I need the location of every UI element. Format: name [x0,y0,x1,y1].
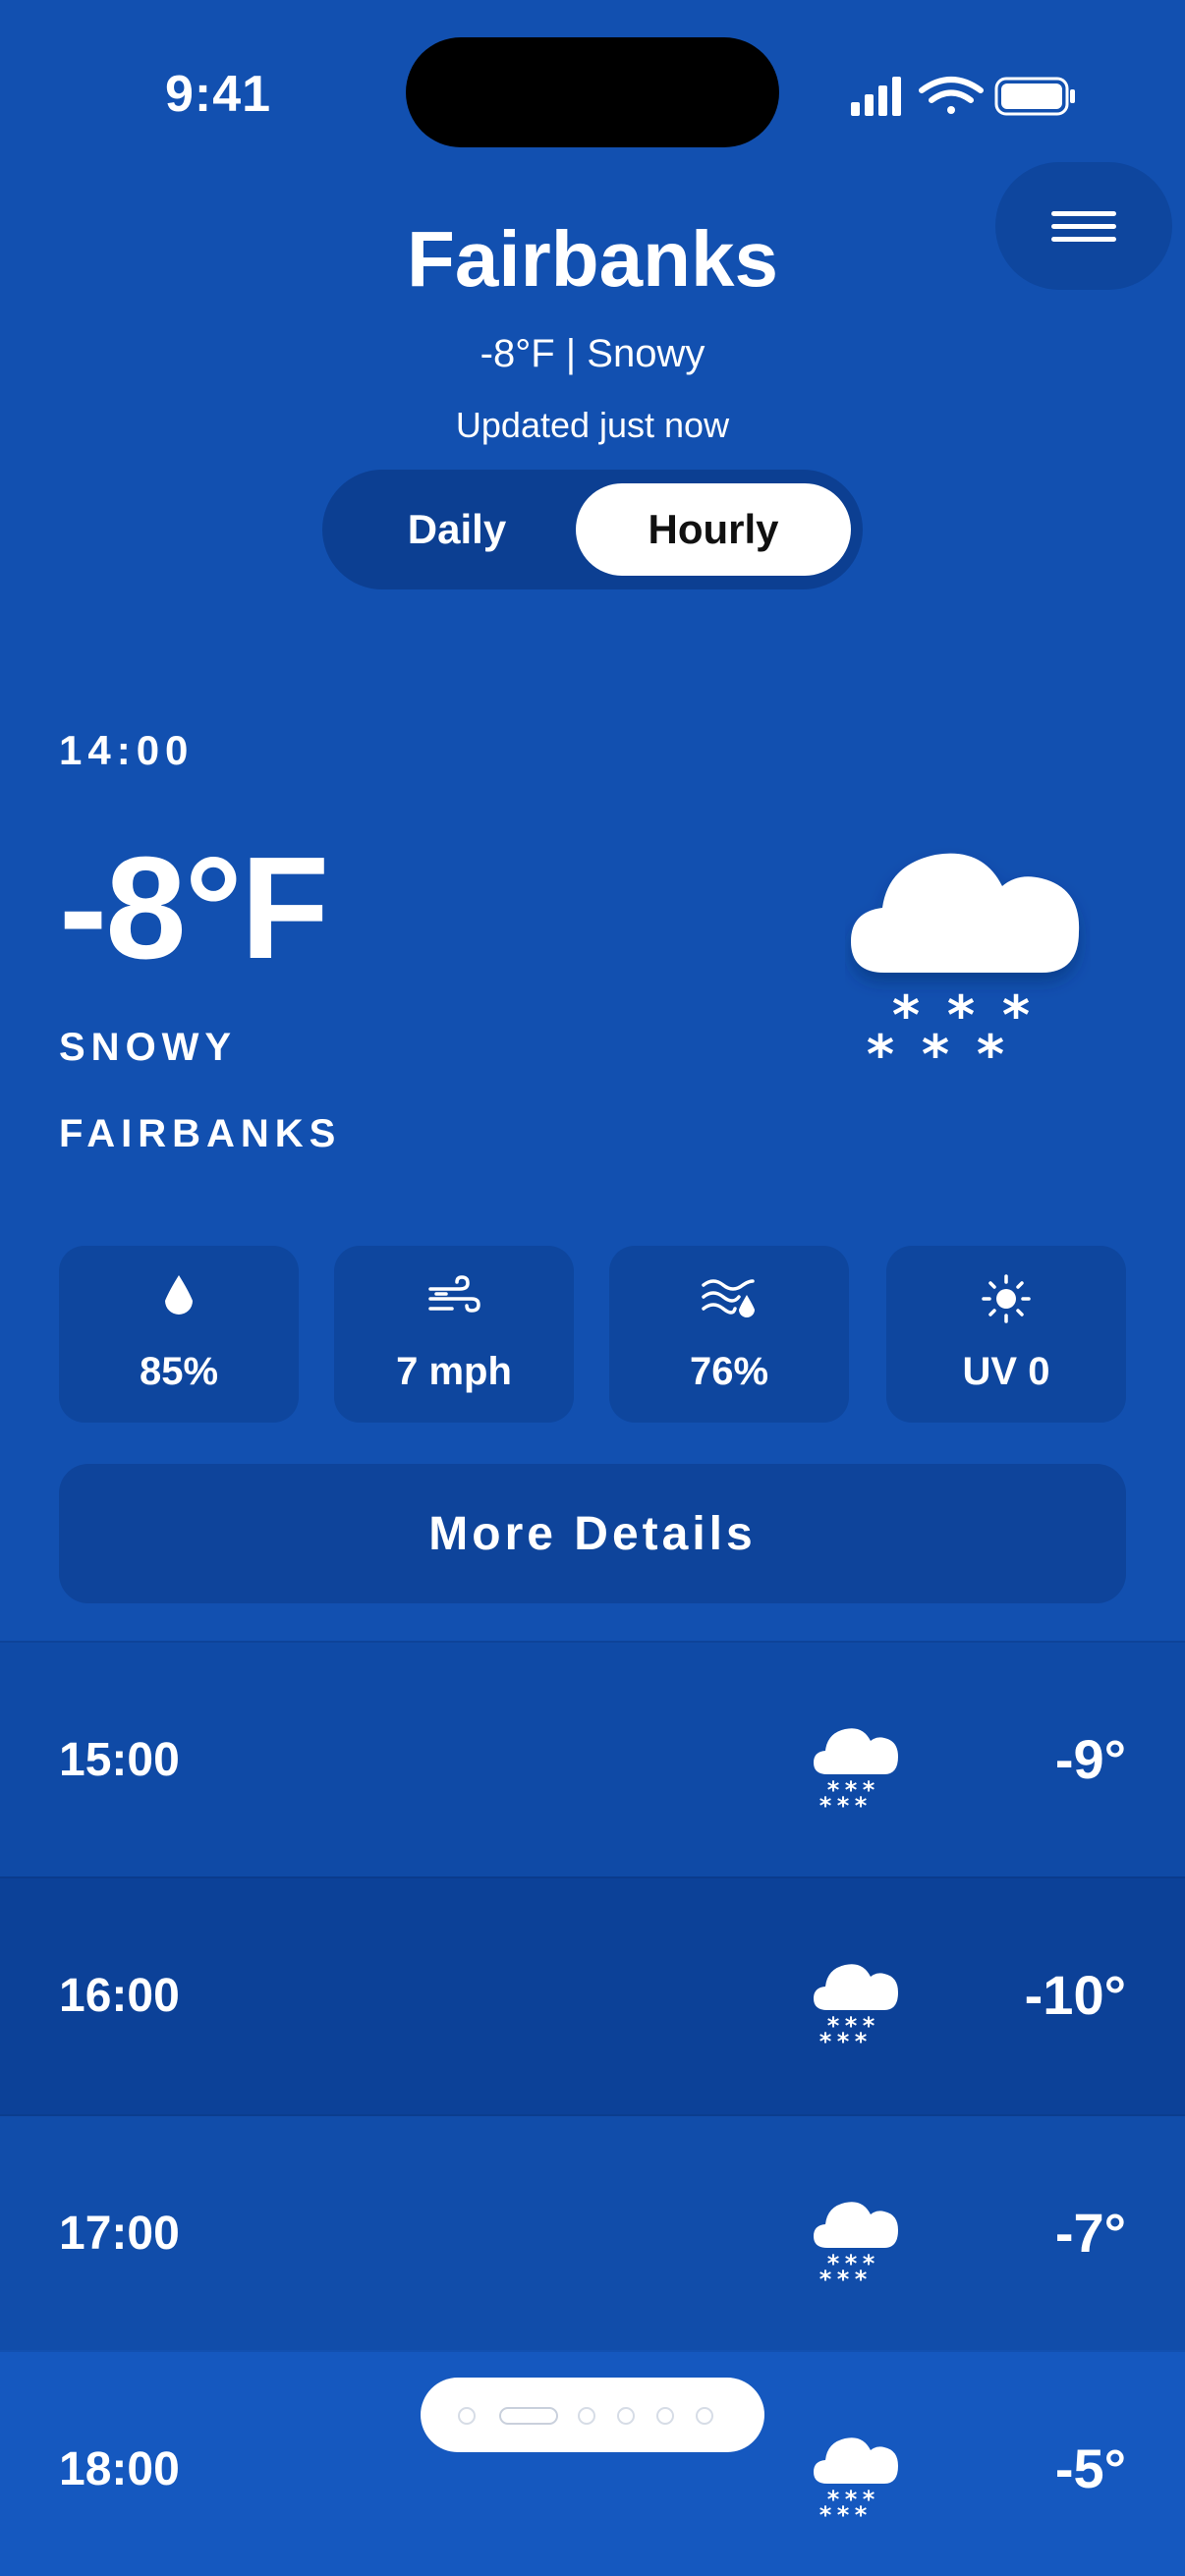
hour-temperature: -7° [1054,2202,1126,2264]
humidity-wave-icon [702,1279,755,1317]
current-city: FAIRBANKS [59,1112,342,1155]
hour-time: 17:00 [59,2208,180,2260]
page-dot[interactable] [656,2407,674,2425]
hour-time: 16:00 [59,1970,180,2022]
svg-text:*: * [977,1024,1004,1071]
svg-text:*: * [855,2028,868,2047]
svg-text:*: * [819,2028,832,2047]
uv-value: UV 0 [962,1350,1050,1393]
stat-tile-wind[interactable]: 7 mph [334,1246,574,1423]
svg-text:*: * [867,1024,894,1071]
precipitation-value: 85% [139,1350,219,1393]
svg-text:*: * [819,1792,832,1812]
droplet-icon [165,1275,193,1315]
svg-text:*: * [837,2028,850,2047]
updated-text: Updated just now [455,405,730,445]
svg-text:*: * [819,2501,832,2521]
svg-text:*: * [892,984,920,1046]
snow-cloud-icon: * * * * * * [851,853,1080,1071]
wind-icon [428,1275,480,1313]
page-dot[interactable] [696,2407,713,2425]
hour-temperature: -5° [1054,2437,1126,2499]
hourly-row[interactable]: 15:00 * * * * * * -9° [0,1641,1185,1878]
hour-time: 18:00 [59,2443,180,2495]
humidity-value: 76% [689,1350,769,1393]
hour-time: 15:00 [59,1734,180,1786]
svg-text:*: * [922,1024,949,1071]
page-dot[interactable] [578,2407,595,2425]
battery-icon [994,77,1075,116]
hourly-row[interactable]: 16:00 * * * * * * -10° [0,1876,1185,2114]
status-time: 9:41 [165,66,272,123]
hour-temperature: -10° [1024,1964,1126,2026]
status-icons [851,77,1075,116]
snow-cloud-icon: * * * * * * [814,1728,898,1812]
city-title: Fairbanks [407,215,778,303]
svg-text:*: * [855,1792,868,1812]
page-dot[interactable] [458,2407,476,2425]
svg-text:*: * [837,2501,850,2521]
page-indicator[interactable] [421,2378,764,2452]
hour-temperature: -9° [1054,1728,1126,1790]
snow-cloud-icon: * * * * * * [814,1964,898,2047]
stat-tile-uv[interactable]: UV 0 [886,1246,1126,1423]
svg-text:*: * [947,984,975,1046]
svg-text:*: * [837,1792,850,1812]
tab-hourly[interactable]: Hourly [576,483,851,576]
more-details-button[interactable]: More Details [59,1464,1126,1603]
hourly-row[interactable]: 17:00 * * * * * * -7° [0,2114,1185,2352]
tab-daily[interactable]: Daily [334,483,580,576]
snow-cloud-icon: * * * * * * [814,2437,898,2521]
page-dot-active[interactable] [499,2407,558,2425]
stat-tile-precipitation[interactable]: 85% [59,1246,299,1423]
sun-icon [982,1274,1031,1323]
wind-value: 7 mph [396,1350,512,1393]
current-temperature: -8°F [59,827,329,989]
page-dot[interactable] [617,2407,635,2425]
signal-icon [851,77,901,116]
current-summary: -8°F | Snowy [480,332,705,375]
current-hour: 14:00 [59,727,195,773]
dynamic-island [406,37,779,147]
daily-hourly-toggle: Daily Hourly [322,470,863,589]
svg-text:*: * [819,2266,832,2285]
svg-text:*: * [837,2266,850,2285]
current-condition: SNOWY [59,1026,238,1069]
svg-text:*: * [1002,984,1030,1046]
svg-text:*: * [855,2501,868,2521]
stat-tile-humidity[interactable]: 76% [609,1246,849,1423]
weather-screen: 9:41 Fairbanks -8°F | Snowy Updated just… [0,0,1185,2576]
wifi-icon [919,77,984,114]
svg-text:*: * [855,2266,868,2285]
snow-cloud-icon: * * * * * * [814,2202,898,2285]
